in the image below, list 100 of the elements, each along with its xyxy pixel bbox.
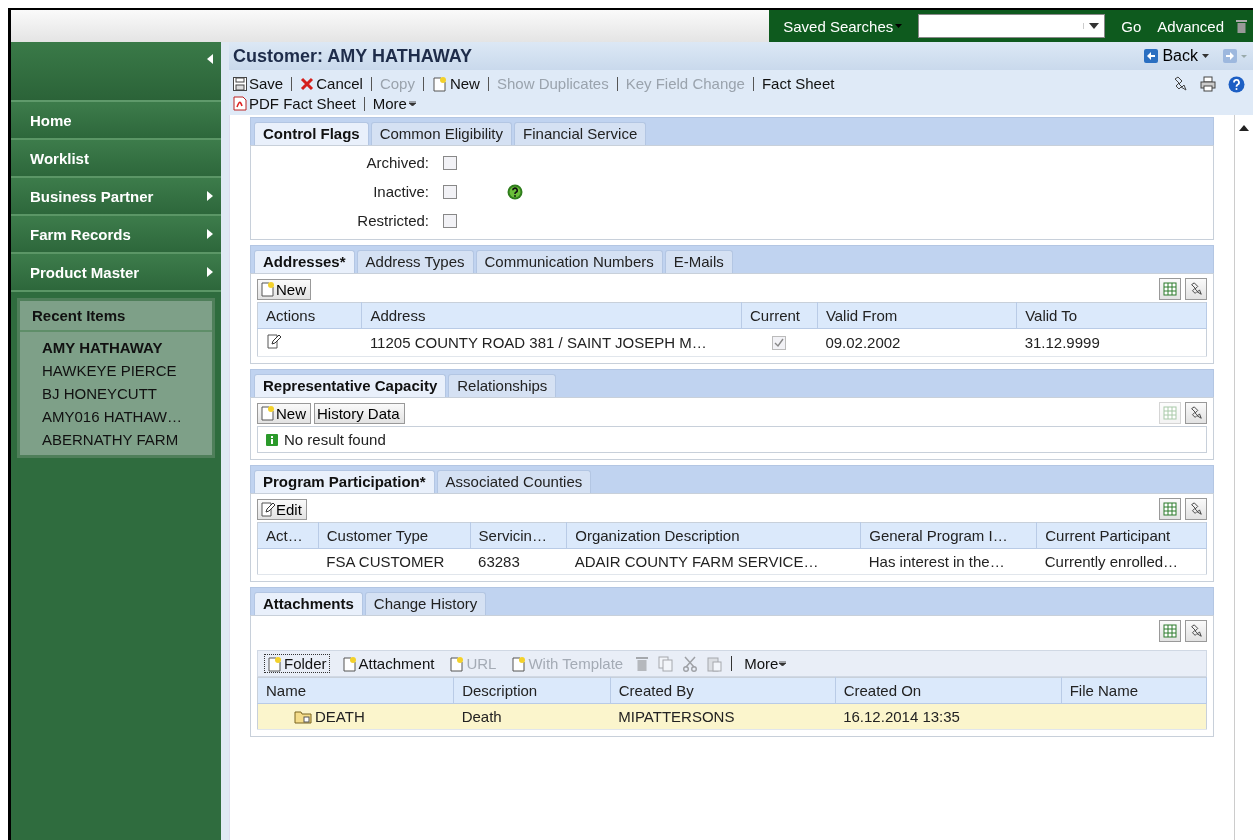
- column-header[interactable]: Servicin…: [470, 522, 567, 549]
- export-button[interactable]: [1159, 278, 1181, 300]
- tab[interactable]: Common Eligibility: [370, 122, 513, 145]
- column-header[interactable]: Current Participant: [1036, 522, 1207, 549]
- column-header[interactable]: Description: [453, 677, 611, 704]
- tab[interactable]: Change History: [364, 592, 487, 615]
- search-field[interactable]: [918, 14, 1106, 38]
- nav-item[interactable]: Worklist: [11, 140, 221, 178]
- pdf-icon: [233, 96, 247, 111]
- edit-icon: [260, 501, 276, 517]
- dropdown-icon[interactable]: [1089, 23, 1100, 29]
- scroll-up-icon[interactable]: [1239, 125, 1249, 131]
- trash-icon[interactable]: [1236, 19, 1247, 33]
- export-button[interactable]: [1159, 498, 1181, 520]
- recent-item[interactable]: AMY HATHAWAY: [42, 336, 212, 359]
- nav-item[interactable]: Farm Records: [11, 216, 221, 254]
- wrench-icon: [1189, 406, 1203, 420]
- settings-button[interactable]: [1185, 620, 1207, 642]
- tab[interactable]: Address Types: [356, 250, 474, 273]
- tab[interactable]: Communication Numbers: [475, 250, 663, 273]
- info-icon: [266, 433, 278, 446]
- tab[interactable]: Attachments: [254, 592, 363, 615]
- table-cell[interactable]: DEATH: [315, 708, 365, 725]
- toolbar-button[interactable]: New: [431, 74, 480, 93]
- panel-button[interactable]: New: [257, 278, 311, 300]
- help-icon[interactable]: [507, 183, 523, 200]
- new-document-icon: [511, 655, 528, 672]
- column-header[interactable]: Name: [257, 677, 454, 704]
- caret-icon: [207, 267, 213, 277]
- settings-button[interactable]: [1185, 278, 1207, 300]
- field-label: Restricted:: [356, 212, 430, 229]
- tab[interactable]: E-Mails: [664, 250, 733, 273]
- table-cell: MIPATTERSONS: [610, 703, 836, 730]
- wrench-icon: [1189, 502, 1203, 516]
- checkbox[interactable]: [443, 213, 457, 228]
- panel-button[interactable]: History Data: [314, 402, 405, 424]
- recent-item[interactable]: HAWKEYE PIERCE: [42, 359, 212, 382]
- go-button[interactable]: Go: [1117, 17, 1146, 35]
- caret-icon: [207, 229, 213, 239]
- toolbar-button[interactable]: Save: [233, 74, 284, 93]
- tab[interactable]: Addresses*: [254, 250, 355, 273]
- table-cell: 11205 COUNTY ROAD 381 / SAINT JOSEPH M…: [361, 328, 742, 357]
- wrench-icon[interactable]: [1172, 76, 1188, 92]
- toolbar-button[interactable]: PDF Fact Sheet: [233, 94, 356, 113]
- tab[interactable]: Relationships: [448, 374, 557, 397]
- caret-icon: [1202, 54, 1209, 58]
- more-menu-button[interactable]: More: [741, 654, 790, 673]
- tab[interactable]: Program Participation*: [254, 470, 435, 493]
- advanced-link[interactable]: Advanced: [1153, 17, 1228, 35]
- tab[interactable]: Financial Service: [514, 122, 647, 145]
- checkbox[interactable]: [443, 184, 457, 199]
- edit-icon[interactable]: [266, 333, 282, 349]
- toolbar-button[interactable]: Attachment: [338, 654, 438, 673]
- toolbar-button[interactable]: Cancel: [300, 74, 363, 93]
- toolbar-button[interactable]: Folder: [264, 654, 330, 673]
- column-header[interactable]: Created On: [835, 677, 1062, 704]
- nav-item[interactable]: Product Master: [11, 254, 221, 292]
- column-header[interactable]: Valid From: [817, 302, 1017, 329]
- help-icon[interactable]: [1228, 76, 1245, 93]
- recent-item[interactable]: BJ HONEYCUTT: [42, 382, 212, 405]
- tab[interactable]: Representative Capacity: [254, 374, 447, 397]
- back-button[interactable]: Back: [1138, 46, 1215, 66]
- panel-button[interactable]: Edit: [257, 498, 307, 520]
- tab[interactable]: Control Flags: [254, 122, 369, 145]
- table-cell: 09.02.2002: [817, 328, 1017, 357]
- column-header[interactable]: Valid To: [1016, 302, 1207, 329]
- caret-icon: [408, 101, 416, 106]
- column-header[interactable]: Created By: [610, 677, 836, 704]
- settings-button[interactable]: [1185, 498, 1207, 520]
- save-icon: [233, 76, 247, 91]
- nav-item[interactable]: Home: [11, 102, 221, 140]
- column-header[interactable]: General Program I…: [860, 522, 1037, 549]
- column-header[interactable]: Organization Description: [566, 522, 861, 549]
- settings-button[interactable]: [1185, 402, 1207, 424]
- recent-item[interactable]: AMY016 HATHAW…: [42, 405, 212, 428]
- panel-button[interactable]: New: [257, 402, 311, 424]
- column-header[interactable]: Act…: [257, 522, 319, 549]
- column-header[interactable]: File Name: [1061, 677, 1207, 704]
- page-title: Customer: AMY HATHAWAY: [232, 45, 474, 67]
- forward-icon[interactable]: [1223, 49, 1247, 63]
- collapse-icon[interactable]: [207, 54, 213, 64]
- new-document-icon: [260, 405, 276, 421]
- column-header[interactable]: Customer Type: [318, 522, 471, 549]
- spreadsheet-icon: [1163, 282, 1177, 296]
- table-cell: 63283: [470, 548, 567, 575]
- toolbar-button[interactable]: More: [372, 94, 416, 113]
- print-icon[interactable]: [1200, 76, 1216, 92]
- toolbar-button[interactable]: Fact Sheet: [761, 74, 835, 93]
- caret-icon: [207, 191, 213, 201]
- table-cell: Has interest in the…: [860, 548, 1037, 575]
- export-button[interactable]: [1159, 620, 1181, 642]
- table-cell: FSA CUSTOMER: [318, 548, 471, 575]
- tab[interactable]: Associated Counties: [436, 470, 592, 493]
- recent-item[interactable]: ABERNATHY FARM: [42, 428, 212, 451]
- column-header[interactable]: Current: [741, 302, 818, 329]
- nav-item[interactable]: Business Partner: [11, 178, 221, 216]
- column-header[interactable]: Address: [361, 302, 742, 329]
- column-header[interactable]: Actions: [257, 302, 362, 329]
- saved-searches-button[interactable]: Saved Searches: [769, 17, 907, 35]
- checkbox[interactable]: [443, 155, 457, 170]
